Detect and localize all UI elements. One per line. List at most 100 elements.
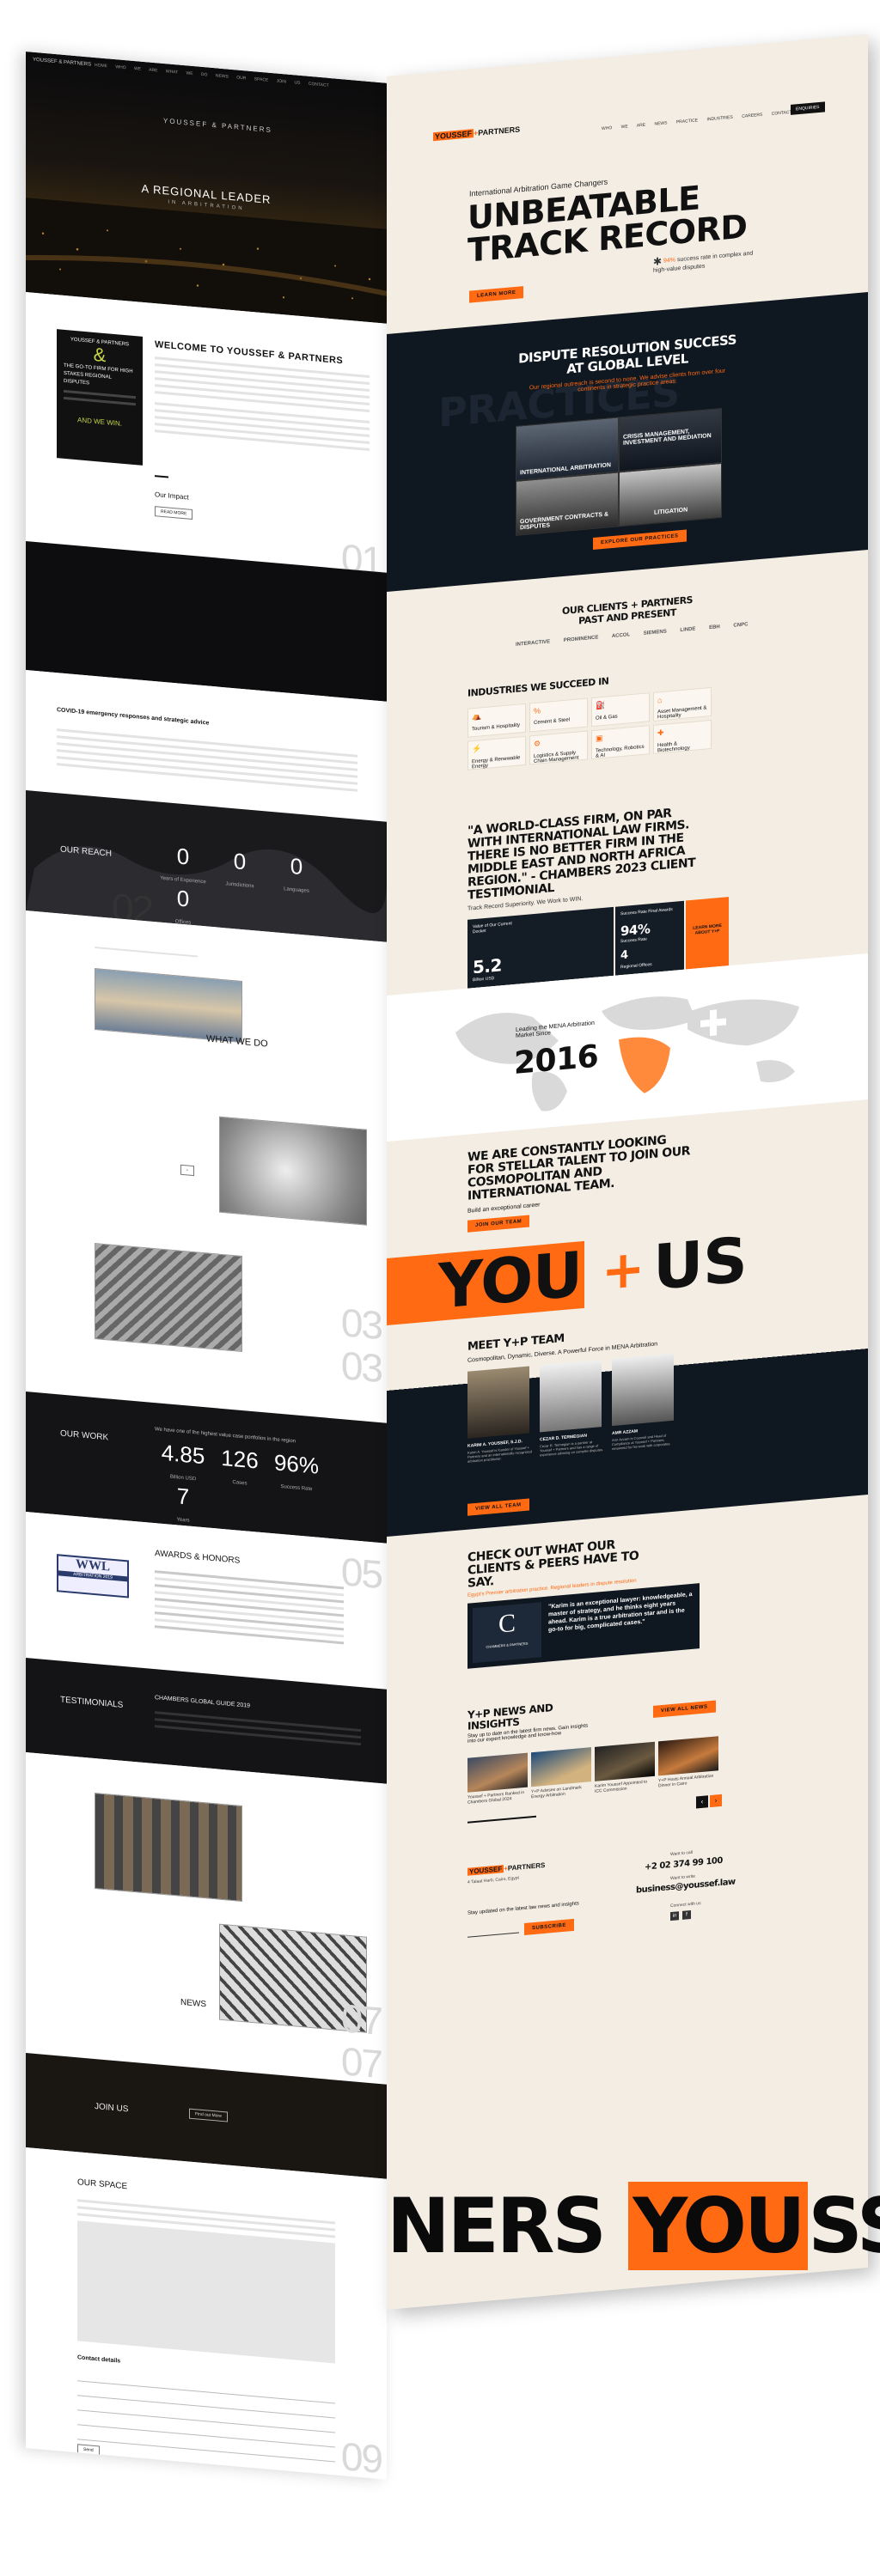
banner-plus: + (602, 1238, 645, 1303)
partner-photo-cezar[interactable] (540, 1360, 602, 1433)
old-more-button[interactable]: › (180, 1164, 194, 1177)
old-hero-logo: YOUSSEF & PARTNERS (163, 116, 272, 135)
new-dispute-section: PRACTICES DISPUTE RESOLUTION SUCCESS AT G… (387, 292, 868, 592)
old-nav[interactable]: HOME WHO WE ARE WHAT WE DO NEWS OUR SPAC… (95, 63, 329, 88)
new-talent-sub: Build an exceptional career (468, 1202, 541, 1215)
industry-card[interactable]: ⌂ Asset Management & Hospitality (653, 686, 712, 722)
section-number: 05 (340, 1549, 382, 1598)
old-website-mockup: YOUSSEF & PARTNERS HOME WHO WE ARE WHAT … (26, 52, 387, 2480)
old-welcome-section: YOUSSEF & PARTNERS & THE GO-TO FIRM FOR … (26, 292, 387, 573)
old-hero: YOUSSEF & PARTNERS HOME WHO WE ARE WHAT … (26, 52, 387, 324)
section-number: 09 (340, 2433, 382, 2480)
office-map-image (77, 2220, 335, 2364)
linkedin-icon[interactable]: in (670, 1911, 679, 1921)
section-number: 07 (340, 1995, 382, 2044)
new-chambers-quote: "A WORLD-CLASS FIRM, ON PAR WITH INTERNAT… (468, 806, 696, 903)
section-number: 03 (340, 1343, 382, 1392)
new-view-news-button[interactable]: VIEW ALL NEWS (653, 1700, 716, 1718)
old-space-heading: OUR SPACE (77, 2177, 128, 2192)
news-card[interactable]: Youssef + Partners Ranked in Chambers Gl… (468, 1752, 528, 1808)
new-hero-learn-more-button[interactable]: LEARN MORE (469, 286, 524, 303)
practice-card-government[interactable]: GOVERNMENT CONTRACTS & DISPUTES (516, 472, 619, 536)
old-welcome-card: YOUSSEF & PARTNERS & THE GO-TO FIRM FOR … (57, 329, 143, 466)
industry-card[interactable]: ▣ Technology, Robotics & AI (591, 725, 650, 760)
footer-big-wordmark: NERS YOUSS (387, 2182, 880, 2270)
new-map-year: 2016 (514, 1038, 599, 1082)
footer-email[interactable]: business@youssef.law (636, 1878, 736, 1896)
banner-you: YOU (438, 1238, 583, 1323)
old-our-impact: Our Impact (155, 490, 189, 502)
old-join-button[interactable]: Find out More (189, 2108, 228, 2122)
old-welcome-text (155, 356, 370, 451)
new-logo[interactable]: YOUSSEF +PARTNERS (433, 125, 520, 142)
old-contact-heading: Contact details (77, 2354, 121, 2365)
team-member: CEZAR D. TERMEGIAN Cezar R. Termegian is … (540, 1433, 604, 1458)
old-what-we-do-section: WHAT WE DO › 03 03 (26, 910, 387, 1423)
old-news-section: NEWS 07 07 (26, 1752, 387, 2085)
new-explore-practices-button[interactable]: EXPLORE OUR PRACTICES (593, 529, 687, 550)
subscribe-button[interactable]: SUBSCRIBE (524, 1918, 574, 1935)
industry-card[interactable]: ✚ Health & Biotechnology (653, 719, 712, 754)
footer-follow-label: Connect with us (670, 1901, 701, 1909)
practice-card-arbitration[interactable]: INTERNATIONAL ARBITRATION (516, 417, 619, 481)
old-chess-image (95, 1242, 242, 1353)
industry-card[interactable]: ⚙ Logistics & Supply Chain Management (529, 730, 588, 765)
testimonial-quote: "Karim is an exceptional lawyer: knowled… (548, 1591, 693, 1634)
old-testimonial-title: CHAMBERS GLOBAL GUIDE 2019 (155, 1695, 251, 1709)
industry-card[interactable]: % Cement & Steel (529, 697, 588, 733)
old-awards-heading: AWARDS & HONORS (155, 1549, 241, 1566)
footer-phone-label: Want to call (670, 1849, 693, 1858)
partner-photo-amr[interactable] (612, 1353, 674, 1427)
old-testimonials-heading: TESTIMONIALS (60, 1695, 124, 1710)
old-statue-image (219, 1116, 367, 1226)
news-card[interactable]: Y+P Advises on Landmark Energy Arbitrati… (531, 1747, 591, 1802)
old-what-we-do-heading: WHAT WE DO (206, 1033, 268, 1050)
practice-card-litigation[interactable]: LITIGATION (619, 462, 722, 527)
world-map-icon (455, 996, 799, 1111)
section-number: 01 (340, 535, 382, 573)
wwl-badge-icon: WWL ARBITRATION 2019 (57, 1554, 129, 1599)
new-enquiries-button[interactable]: ENQUIRIES (791, 101, 825, 115)
old-work-heading: OUR WORK (60, 1428, 109, 1443)
old-join-heading: JOIN US (95, 2101, 129, 2115)
old-send-button[interactable]: Send (77, 2444, 100, 2457)
stat-success-rate: Success Rate Final Awards 94% Success Ra… (615, 900, 684, 976)
news-card[interactable]: Y+P Hosts Annual Arbitration Dinner in C… (658, 1736, 718, 1791)
next-arrow-icon[interactable]: › (710, 1793, 722, 1808)
news-card[interactable]: Karim Youssef Appointed to ICC Commissio… (595, 1741, 655, 1797)
newsletter-email-input[interactable] (468, 1923, 519, 1938)
footer-email-label: Want to write (670, 1873, 695, 1882)
section-number: 07 (340, 2038, 382, 2085)
industry-card[interactable]: ⛽ Oil & Gas (591, 692, 650, 728)
new-nav[interactable]: WHO WE ARE NEWS PRACTICE INDUSTRIES CARE… (602, 110, 792, 131)
prev-arrow-icon[interactable]: ‹ (696, 1795, 708, 1809)
footer-address: 4 Talaat Harb, Cairo, Egypt (468, 1875, 519, 1885)
old-whatwedo-image (95, 967, 242, 1044)
stats-learn-more-button[interactable]: LEARN MORE ABOUT Y+P (686, 897, 729, 970)
old-read-more-button[interactable]: READ MORE (155, 506, 193, 520)
facebook-icon[interactable]: f (682, 1910, 691, 1920)
industry-card[interactable]: ⛺ Tourism & Hospitality (468, 703, 526, 738)
new-join-team-button[interactable]: JOIN OUR TEAM (468, 1215, 530, 1233)
partner-photo-karim[interactable] (468, 1366, 529, 1439)
new-website-mockup: YOUSSEF +PARTNERS WHO WE ARE NEWS PRACTIC… (387, 34, 868, 2310)
asterisk-icon: ✱ (653, 254, 663, 268)
practice-card-crisis[interactable]: CRISIS MANAGEMENT, INVESTMENT AND MEDIAT… (619, 407, 722, 472)
old-covid-heading: COVID-19 emergency responses and strateg… (57, 707, 210, 727)
team-member: KARIM A. YOUSSEF, S.J.D. Karim A. Youssef… (468, 1439, 532, 1464)
old-news-heading: NEWS (180, 1997, 206, 2010)
old-nav-brand[interactable]: YOUSSEF & PARTNERS (33, 58, 91, 68)
old-contact-form[interactable] (77, 2366, 335, 2463)
old-news-image-1 (95, 1792, 242, 1903)
chambers-logo-icon: C CHAMBERS & PARTNERS (473, 1602, 541, 1664)
old-space-section: OUR SPACE Contact details Send 09 (26, 2147, 387, 2480)
new-hero-section: YOUSSEF +PARTNERS WHO WE ARE NEWS PRACTIC… (387, 34, 868, 334)
industry-card[interactable]: ⚡ Energy & Renewable Energy (468, 735, 526, 770)
new-view-team-button[interactable]: VIEW ALL TEAM (468, 1498, 529, 1516)
footer-logo[interactable]: YOUSSEF +PARTNERS (468, 1861, 545, 1876)
section-number: 03 (340, 1300, 382, 1349)
footer-phone[interactable]: +2 02 374 99 100 (645, 1856, 723, 1873)
footer-newsletter-text: Stay updated on the latest law news and … (468, 1901, 579, 1916)
new-industries-title: INDUSTRIES WE SUCCEED IN (468, 675, 609, 699)
banner-us: US (653, 1223, 748, 1304)
